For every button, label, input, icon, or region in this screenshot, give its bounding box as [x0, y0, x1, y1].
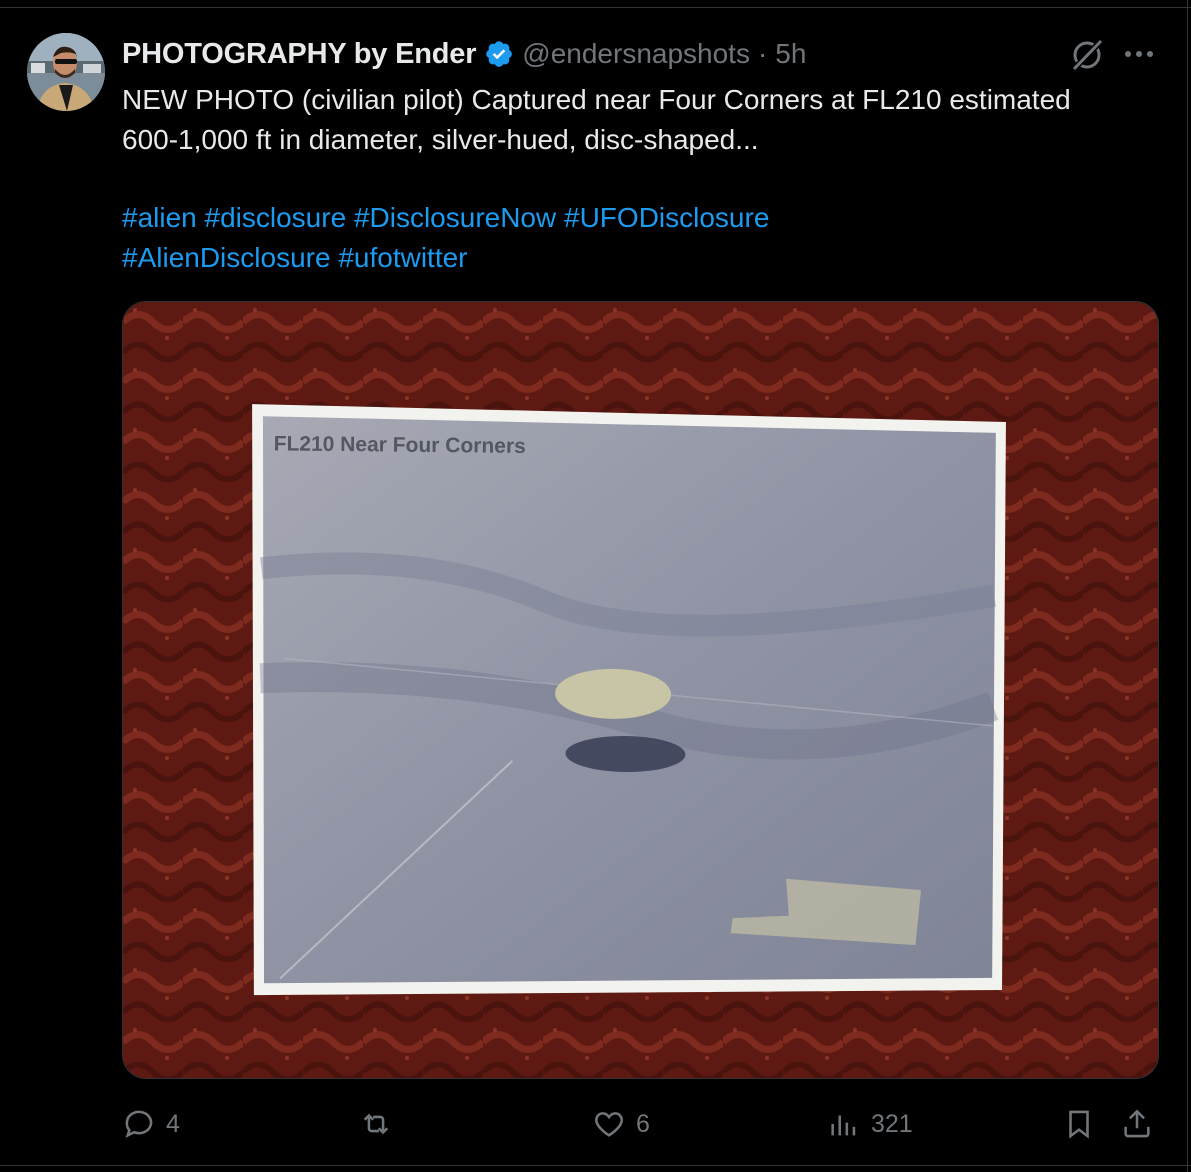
- grok-icon[interactable]: [1068, 36, 1106, 74]
- bottom-divider: [0, 1165, 1191, 1166]
- views-icon: [831, 1115, 856, 1136]
- action-bar: 4 6 321: [0, 1100, 1191, 1148]
- top-divider: [0, 7, 1191, 8]
- timestamp[interactable]: 5h: [775, 38, 806, 70]
- bookmark-button[interactable]: [1062, 1100, 1096, 1148]
- tweet-text-line: 600-1,000 ft in diameter, silver-hued, d…: [122, 124, 759, 155]
- separator-dot: ·: [757, 38, 768, 69]
- share-button[interactable]: [1120, 1100, 1154, 1148]
- hashtag-link[interactable]: #UFODisclosure: [564, 202, 769, 233]
- handle[interactable]: @endersnapshots: [522, 38, 750, 70]
- hashtag-link[interactable]: #disclosure: [205, 202, 347, 233]
- hashtag-link[interactable]: #AlienDisclosure: [122, 242, 331, 273]
- repost-button[interactable]: [357, 1100, 405, 1148]
- repost-icon: [363, 1113, 389, 1135]
- views-count: 321: [871, 1109, 913, 1138]
- side-divider: [1187, 0, 1188, 1172]
- avatar[interactable]: [27, 33, 105, 111]
- reply-count: 4: [166, 1109, 180, 1138]
- reply-button[interactable]: 4: [122, 1100, 180, 1148]
- like-count: 6: [636, 1109, 650, 1138]
- tweet-photo[interactable]: FL210 Near Four Corners: [122, 301, 1159, 1079]
- verified-badge-icon[interactable]: [484, 39, 514, 69]
- tweet-text: NEW PHOTO (civilian pilot) Captured near…: [122, 80, 1162, 160]
- more-icon[interactable]: [1122, 40, 1156, 68]
- hashtag-link[interactable]: #alien: [122, 202, 197, 233]
- like-icon: [595, 1112, 623, 1137]
- views-button[interactable]: 321: [827, 1100, 913, 1148]
- tweet-header: PHOTOGRAPHY by Ender @endersnapshots · 5…: [122, 34, 806, 74]
- hashtags: #alien #disclosure #DisclosureNow #UFODi…: [122, 198, 1162, 278]
- bookmark-icon: [1069, 1110, 1089, 1139]
- share-icon: [1124, 1109, 1150, 1138]
- hashtag-link[interactable]: #DisclosureNow: [354, 202, 556, 233]
- photo-caption: FL210 Near Four Corners: [274, 432, 526, 458]
- like-button[interactable]: 6: [592, 1100, 650, 1148]
- tweet-text-line: NEW PHOTO (civilian pilot) Captured near…: [122, 84, 1071, 115]
- reply-icon: [125, 1110, 153, 1138]
- hashtag-link[interactable]: #ufotwitter: [338, 242, 467, 273]
- display-name[interactable]: PHOTOGRAPHY by Ender: [122, 38, 476, 71]
